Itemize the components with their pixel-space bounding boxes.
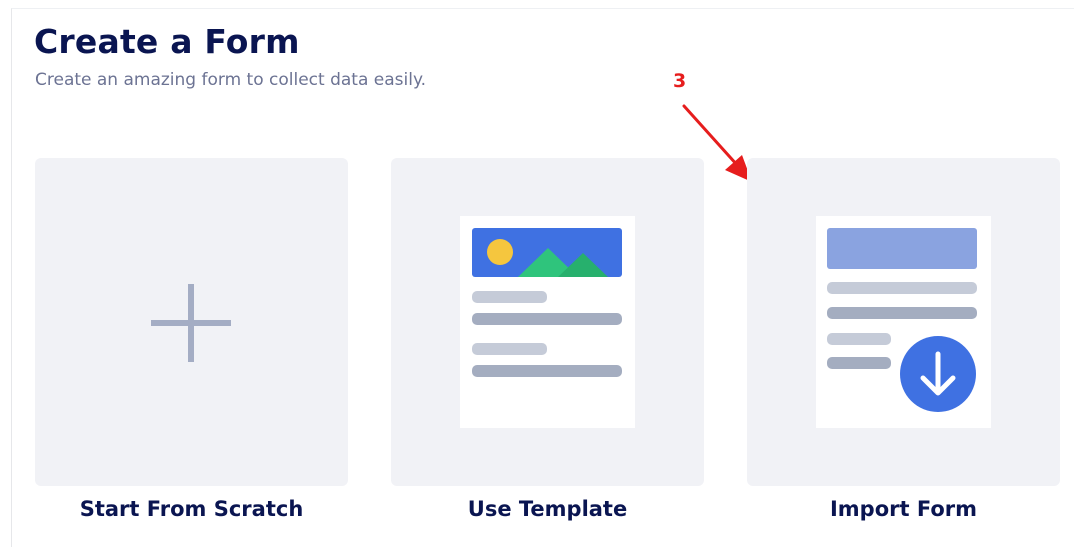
- plus-icon: [151, 284, 231, 362]
- start-from-scratch-card[interactable]: [35, 158, 348, 486]
- import-form-label[interactable]: Import Form: [747, 497, 1060, 521]
- template-document-icon: [460, 216, 635, 428]
- template-illustration: [472, 228, 622, 377]
- import-document-icon: [816, 216, 991, 428]
- use-template-card[interactable]: [391, 158, 704, 486]
- use-template-label[interactable]: Use Template: [391, 497, 704, 521]
- sun-icon: [487, 239, 513, 265]
- import-illustration: [827, 228, 977, 412]
- import-form-card[interactable]: [747, 158, 1060, 486]
- start-from-scratch-label[interactable]: Start From Scratch: [35, 497, 348, 521]
